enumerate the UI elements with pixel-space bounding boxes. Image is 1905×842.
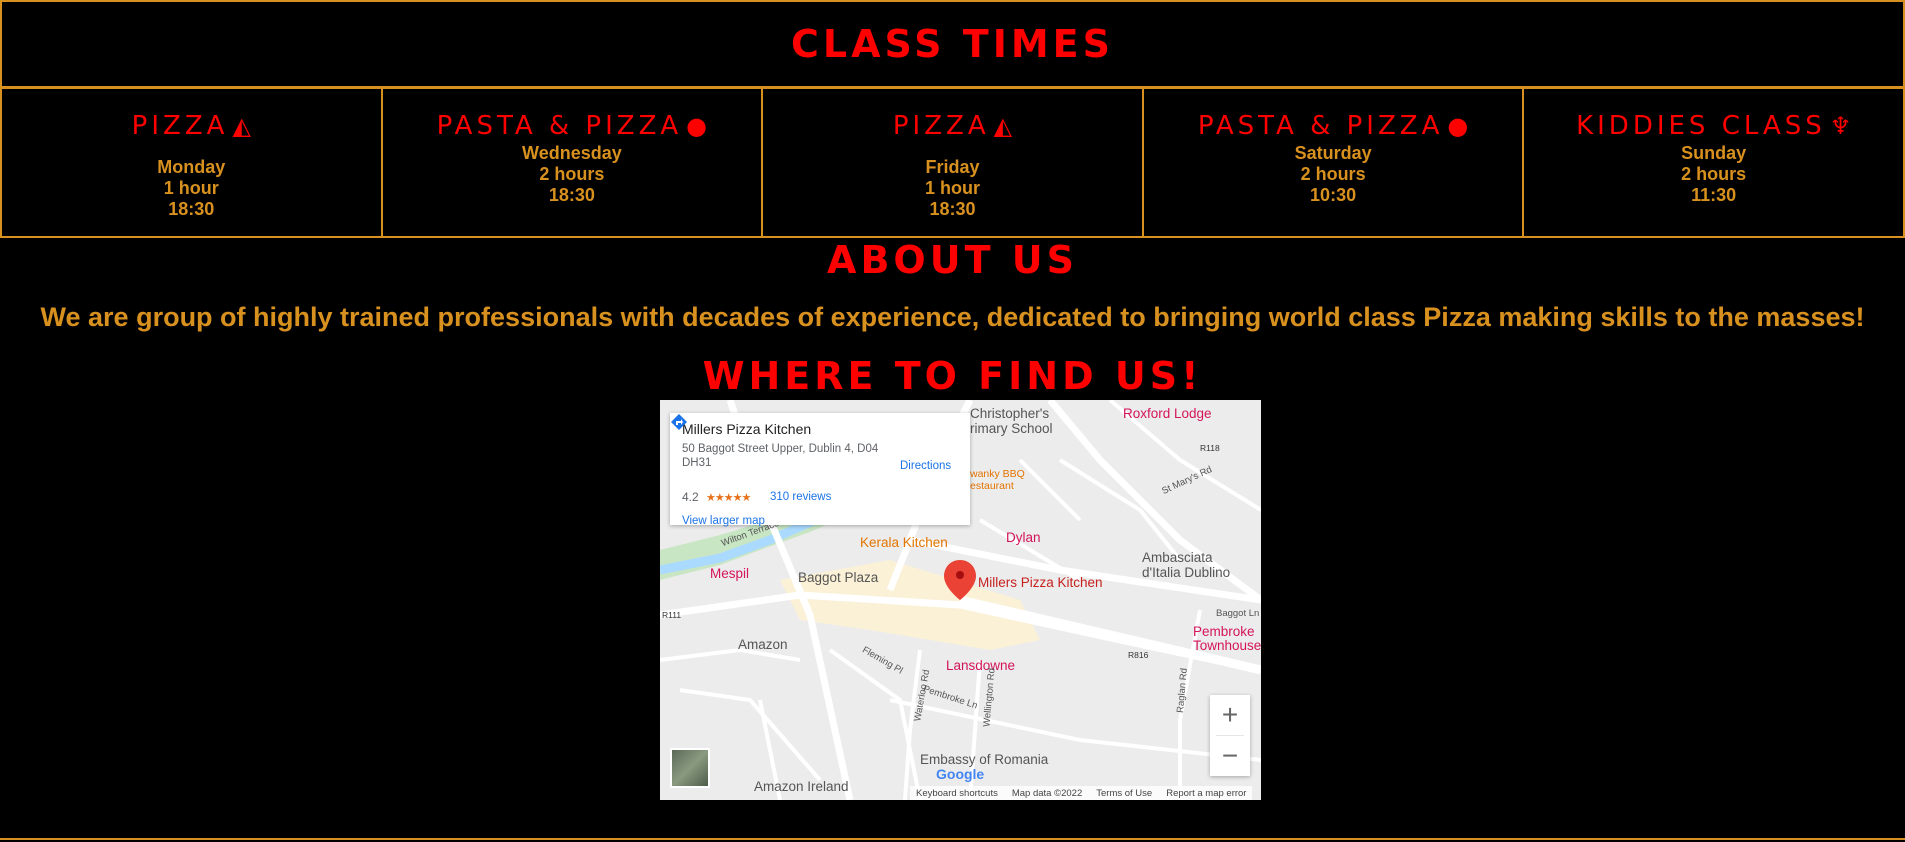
map-label-dylan[interactable]: Dylan <box>1006 530 1041 545</box>
place-rating: 4.2 ★★★★★ <box>682 490 751 504</box>
class-title-text: PASTA & PIZZA <box>1197 111 1444 141</box>
child-icon: ♆ <box>1829 112 1852 140</box>
map-label-bbq[interactable]: wanky BBQ estaurant <box>970 468 1025 492</box>
class-day: Friday <box>925 157 980 177</box>
class-time: 18:30 <box>168 199 215 219</box>
google-logo-text: Google <box>936 766 985 782</box>
map-label-amazon[interactable]: Amazon <box>738 637 788 652</box>
class-duration: 2 hours <box>539 164 605 184</box>
class-day: Sunday <box>1681 143 1747 163</box>
map-data-label: Map data ©2022 <box>1011 787 1083 799</box>
egg-icon: ● <box>1447 112 1469 140</box>
map-label-bbq-line1: wanky BBQ <box>970 468 1025 480</box>
map-label-ambasciata-line2: d'Italia Dublino <box>1142 565 1231 580</box>
class-card-saturday: PASTA & PIZZA ● Saturday 2 hours 10:30 <box>1141 87 1525 238</box>
bottom-divider <box>0 838 1905 840</box>
road-label-r111: R111 <box>662 610 682 620</box>
directions-link[interactable]: Directions <box>900 460 951 472</box>
class-title-text: PASTA & PIZZA <box>436 111 683 141</box>
zoom-out-button[interactable]: − <box>1210 736 1250 776</box>
class-card-sunday: KIDDIES CLASS ♆ Sunday 2 hours 11:30 <box>1522 87 1905 238</box>
class-duration: 1 hour <box>163 178 219 198</box>
class-title: PIZZA ◭ <box>893 111 1012 141</box>
class-time: 18:30 <box>929 199 976 219</box>
class-times-heading: CLASS TIMES <box>791 22 1114 66</box>
class-title: PASTA & PIZZA ● <box>437 111 707 141</box>
road-label-r118: R118 <box>1200 443 1220 453</box>
class-title: KIDDIES CLASS ♆ <box>1576 111 1851 141</box>
reviews-link[interactable]: 310 reviews <box>770 491 831 503</box>
directions-icon[interactable] <box>670 413 688 431</box>
road-label-r816: R816 <box>1128 650 1149 660</box>
map-label-lansdowne[interactable]: Lansdowne <box>946 658 1015 673</box>
rating-value: 4.2 <box>682 490 699 504</box>
place-info-card: Millers Pizza Kitchen 50 Baggot Street U… <box>670 413 970 527</box>
class-card-friday: PIZZA ◭ Friday 1 hour 18:30 <box>761 87 1144 238</box>
place-name: Millers Pizza Kitchen <box>682 421 812 437</box>
keyboard-shortcuts-link[interactable]: Keyboard shortcuts <box>916 788 998 799</box>
class-title-text: PIZZA <box>892 111 990 141</box>
map-label-school: Christopher's rimary School <box>970 406 1053 436</box>
class-time: 18:30 <box>548 185 595 205</box>
map-label-school-line1: Christopher's <box>970 406 1050 421</box>
map-label-ambasciata[interactable]: Ambasciata d'Italia Dublino <box>1142 550 1230 580</box>
about-description: We are group of highly trained professio… <box>40 302 1865 332</box>
about-section: ABOUT US <box>0 238 1905 282</box>
class-duration: 1 hour <box>924 178 980 198</box>
class-times-header: CLASS TIMES <box>0 0 1905 88</box>
class-title: PIZZA ◭ <box>132 111 251 141</box>
view-larger-map-link[interactable]: View larger map <box>682 515 765 527</box>
terms-of-use-link[interactable]: Terms of Use <box>1096 788 1152 799</box>
class-title: PASTA & PIZZA ● <box>1198 111 1468 141</box>
embedded-map[interactable]: Christopher's rimary School Roxford Lodg… <box>660 400 1261 800</box>
star-rating-icon: ★★★★★ <box>706 492 751 504</box>
class-day: Saturday <box>1294 143 1372 163</box>
class-time: 11:30 <box>1691 185 1737 205</box>
report-map-error-link[interactable]: Report a map error <box>1166 788 1246 799</box>
class-day: Wednesday <box>522 143 622 163</box>
map-label-amazon-ireland[interactable]: Amazon Ireland <box>754 779 849 794</box>
map-label-pembroke[interactable]: Pembroke Townhouse <box>1193 625 1261 653</box>
class-time: 10:30 <box>1310 185 1357 205</box>
location-section: WHERE TO FIND US! <box>0 354 1905 398</box>
class-card-wednesday: PASTA & PIZZA ● Wednesday 2 hours 18:30 <box>380 87 764 238</box>
google-logo: Google <box>936 766 984 782</box>
zoom-in-button[interactable]: + <box>1210 695 1250 735</box>
map-label-roxford[interactable]: Roxford Lodge <box>1123 406 1212 421</box>
class-title-text: PIZZA <box>131 111 229 141</box>
map-label-millers[interactable]: Millers Pizza Kitchen <box>978 575 1103 590</box>
road-label-baggot-ln: Baggot Ln <box>1216 608 1260 619</box>
class-day: Monday <box>157 157 226 177</box>
map-label-embassy[interactable]: Embassy of Romania <box>920 752 1048 767</box>
map-label-bbq-line2: estaurant <box>970 480 1014 492</box>
about-heading: ABOUT US <box>827 238 1078 282</box>
zoom-controls: + − <box>1210 695 1250 776</box>
class-duration: 2 hours <box>1300 164 1366 184</box>
class-card-monday: PIZZA ◭ Monday 1 hour 18:30 <box>0 87 383 238</box>
map-label-pembroke-line1: Pembroke <box>1193 624 1255 639</box>
map-label-mespil[interactable]: Mespil <box>710 566 749 581</box>
class-duration: 2 hours <box>1681 164 1747 184</box>
map-label-baggot-plaza[interactable]: Baggot Plaza <box>798 570 878 585</box>
class-title-text: KIDDIES CLASS <box>1576 111 1826 141</box>
class-schedule-row: PIZZA ◭ Monday 1 hour 18:30 PASTA & PIZZ… <box>0 87 1905 238</box>
map-label-school-line2: rimary School <box>970 421 1053 436</box>
where-heading: WHERE TO FIND US! <box>702 354 1203 398</box>
satellite-layer-toggle[interactable] <box>670 748 710 788</box>
map-label-ambasciata-line1: Ambasciata <box>1142 550 1213 565</box>
map-attribution-bar: Keyboard shortcuts Map data ©2022 Terms … <box>910 786 1253 800</box>
place-address: 50 Baggot Street Upper, Dublin 4, D04 DH… <box>682 443 879 469</box>
pizza-slice-icon: ◭ <box>232 112 251 140</box>
map-label-pembroke-line2: Townhouse <box>1193 638 1261 653</box>
egg-icon: ● <box>686 112 708 140</box>
pizza-slice-icon: ◭ <box>993 112 1013 140</box>
map-label-kerala[interactable]: Kerala Kitchen <box>860 535 948 550</box>
